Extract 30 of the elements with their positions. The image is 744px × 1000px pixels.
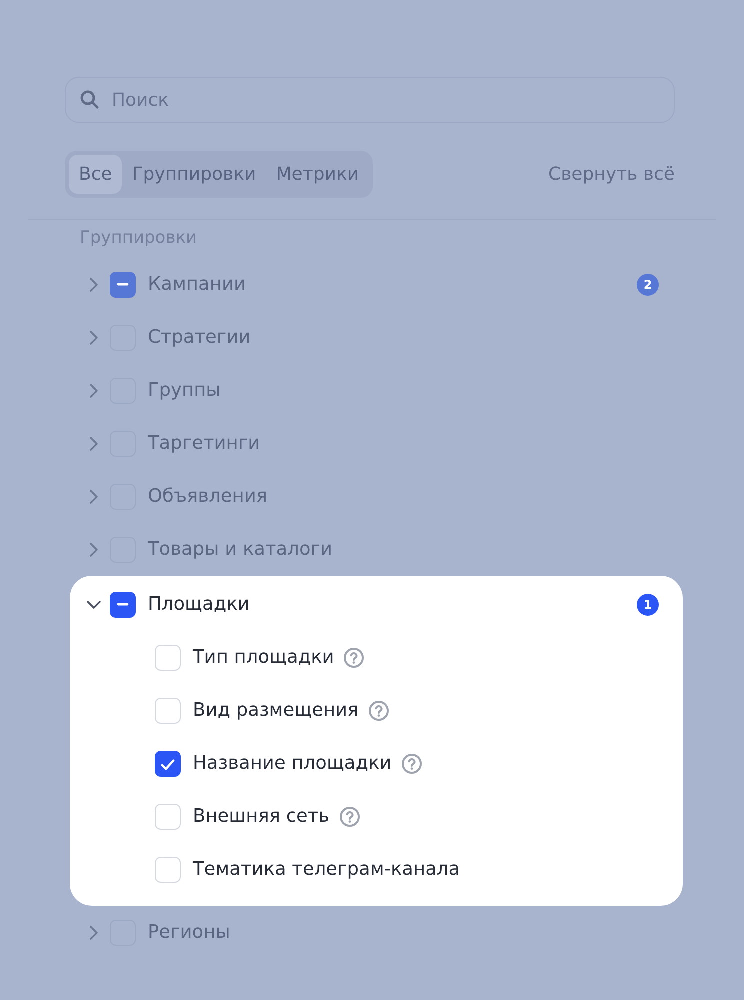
checkbox[interactable] [110,592,136,618]
collapse-all-button[interactable]: Свернуть всё [548,164,675,185]
group-label: Стратегии [148,327,251,348]
search-field[interactable]: Поиск [65,77,675,123]
option-label: Вид размещения [193,700,359,721]
tab[interactable]: Метрики [266,155,370,194]
checkbox[interactable] [155,750,181,776]
option-label: Внешняя сеть [193,806,330,827]
group-label: Регионы [148,922,230,943]
minus-icon [117,603,129,606]
group-label: Площадки [148,594,250,615]
group-label: Кампании [148,274,246,295]
group-label: Группы [148,380,221,401]
help-icon[interactable] [338,806,361,828]
checkbox[interactable] [110,272,136,298]
option-label: Тип площадки [193,647,334,668]
option-label: Название площадки [193,753,392,774]
tab[interactable]: Все [69,155,122,194]
count-badge: 1 [637,594,659,616]
help-icon[interactable] [368,700,390,722]
option-label: Тематика телеграм-канала [193,859,460,880]
count-badge: 2 [637,274,659,296]
group-label: Товары и каталоги [148,539,333,560]
help-icon[interactable] [400,752,423,774]
minus-icon [117,283,129,286]
tab[interactable]: Группировки [122,155,266,194]
help-icon[interactable] [343,646,366,668]
search-icon [80,90,100,110]
group-label: Объявления [148,486,268,507]
group-label: Таргетинги [148,433,260,454]
